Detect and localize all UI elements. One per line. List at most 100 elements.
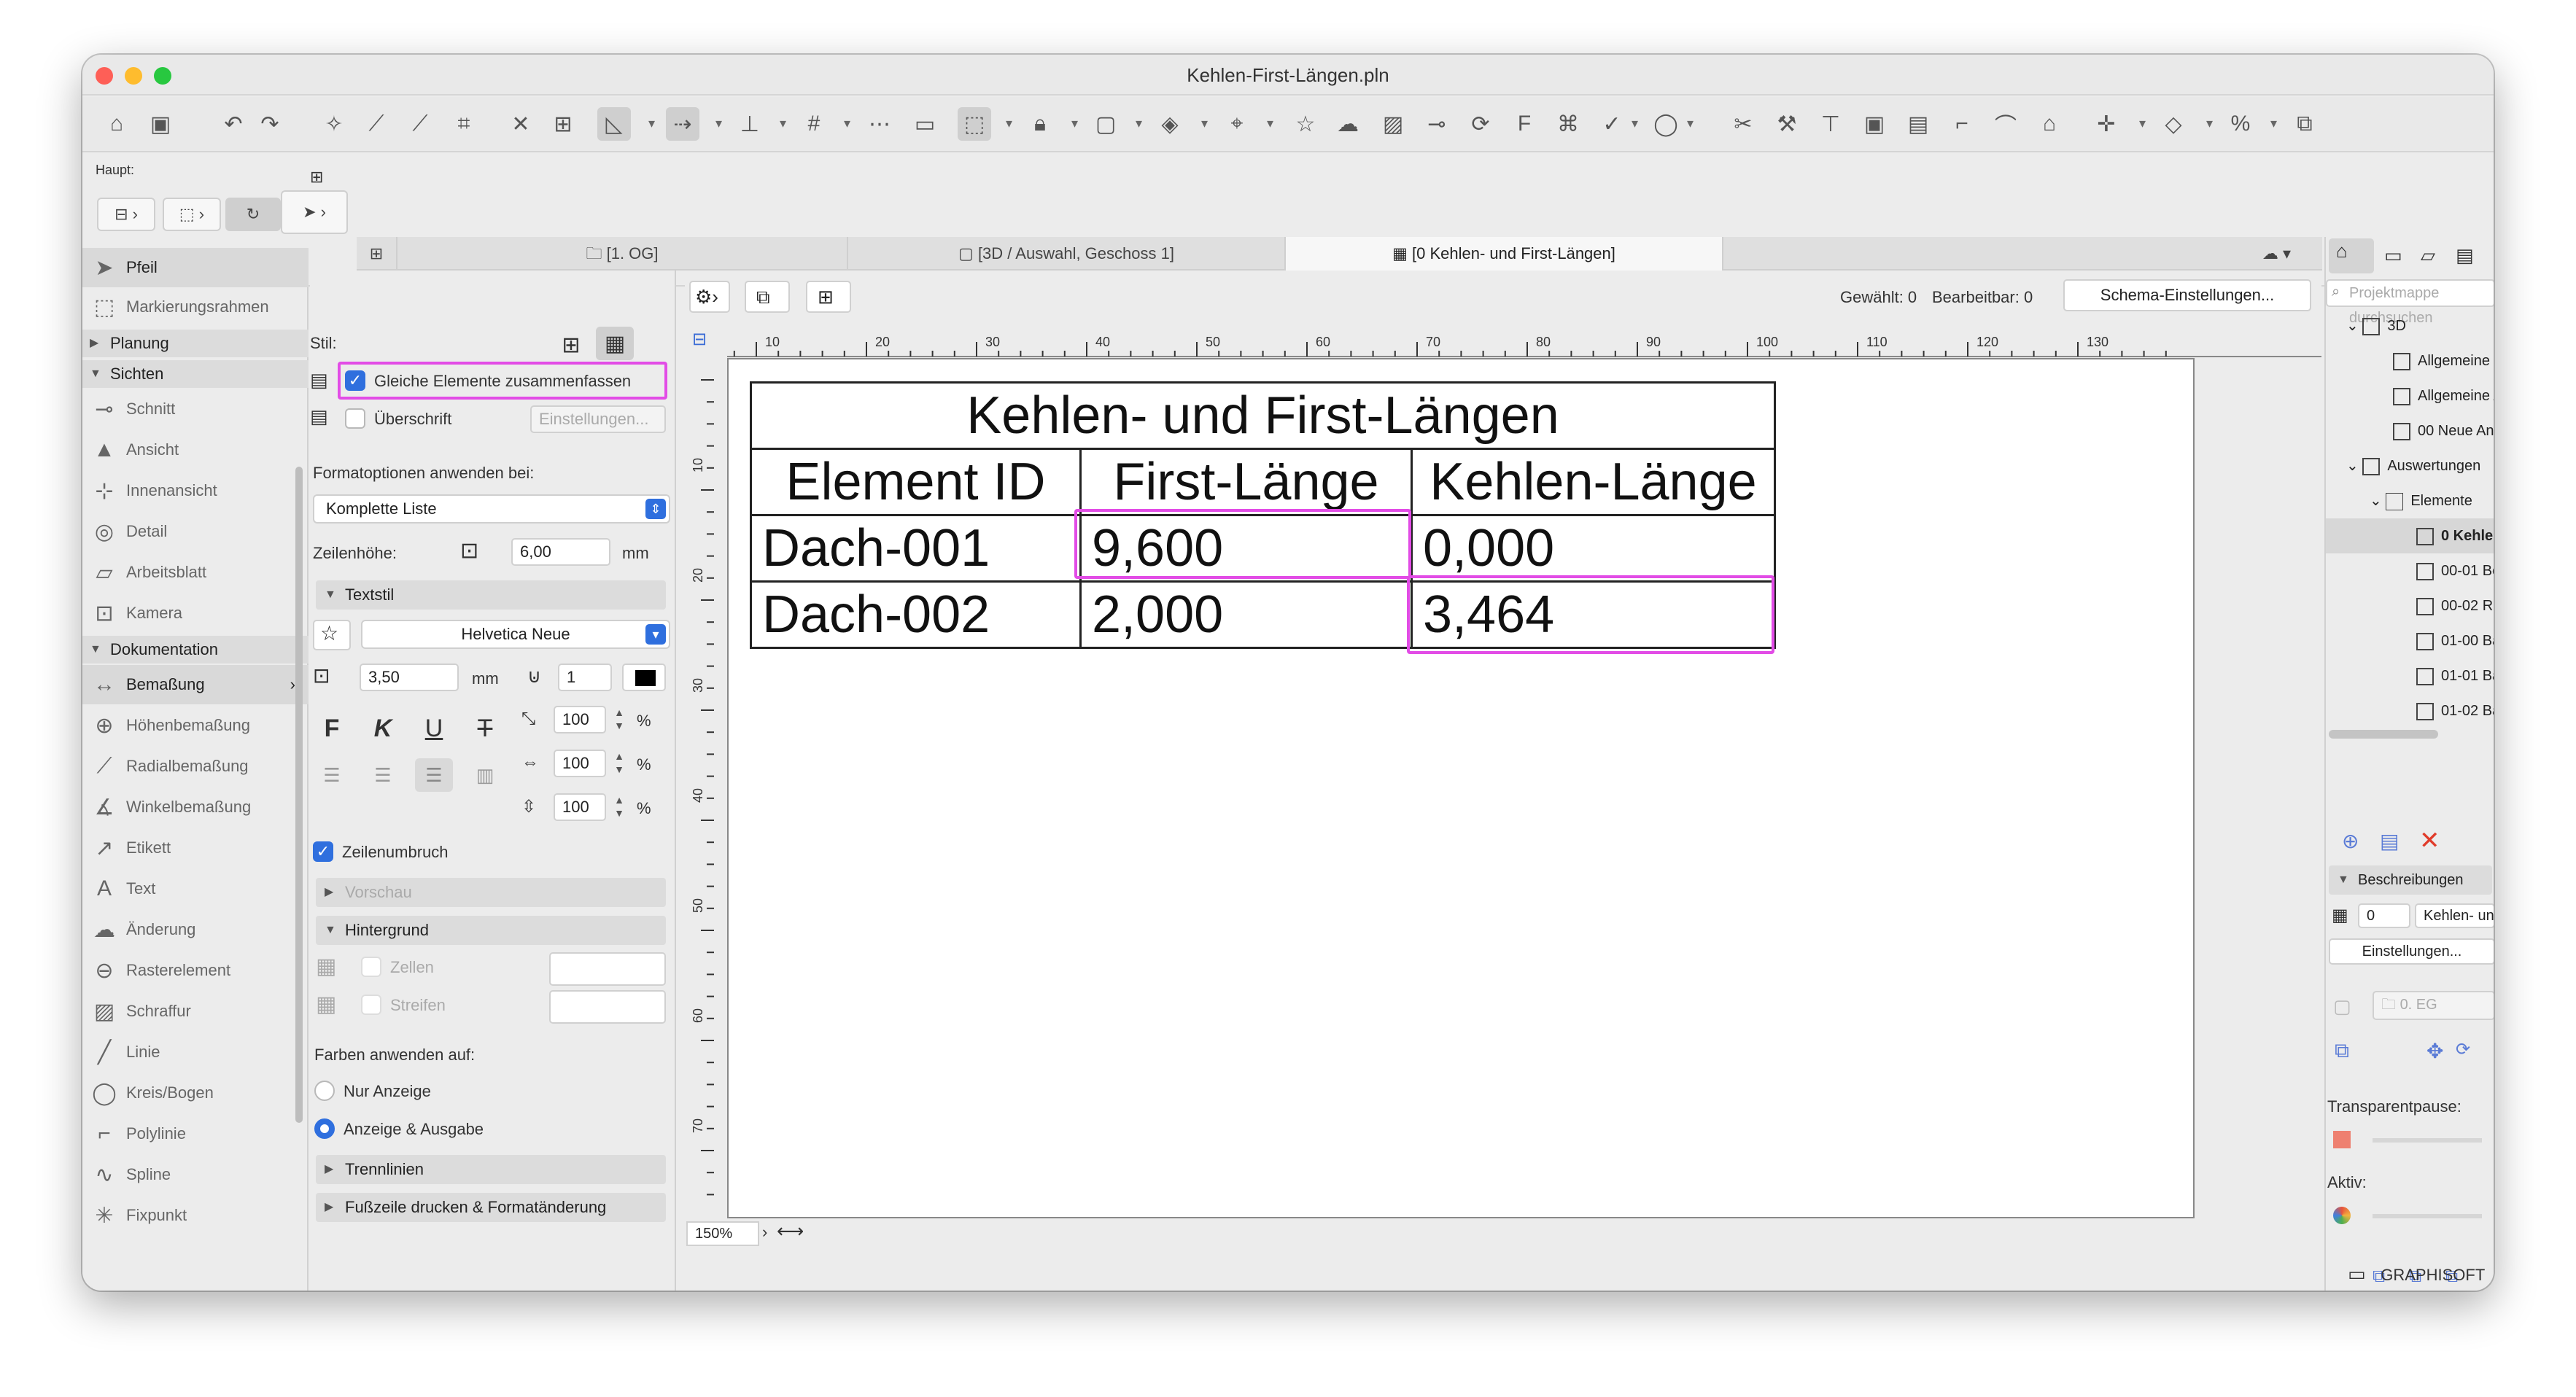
line-spacing-field[interactable]: 100 bbox=[554, 793, 606, 821]
tool-arbeitsblatt[interactable]: ▱ Arbeitsblatt bbox=[82, 553, 309, 592]
properties-icon[interactable]: ▤ bbox=[2380, 829, 2399, 853]
desc-name-field[interactable]: Kehlen- und First-Längen bbox=[2415, 903, 2494, 928]
align-left-icon[interactable]: ☰ bbox=[313, 758, 351, 792]
schema-settings-button[interactable]: Schema-Einstellungen... bbox=[2063, 279, 2311, 311]
merge-checkbox[interactable]: ✓ bbox=[345, 370, 365, 391]
transfer-icon[interactable]: ⌗ bbox=[447, 107, 481, 141]
tab-schedule[interactable]: ▦ [0 Kehlen- und First-Längen] bbox=[1286, 237, 1723, 271]
home-icon[interactable]: ⌂ bbox=[100, 107, 133, 141]
nav-kehlen-first[interactable]: 0 Kehlen- und First-Längen bbox=[2326, 518, 2494, 553]
nav-01-01[interactable]: 01-01 Bauteile - bbox=[2326, 658, 2494, 693]
tool-schnitt[interactable]: ⊸ Schnitt bbox=[82, 389, 309, 429]
zoom-chevron-icon[interactable]: › bbox=[762, 1223, 767, 1242]
publisher-icon[interactable]: ▤ bbox=[2456, 244, 2474, 267]
active-color-swatch[interactable] bbox=[2333, 1207, 2351, 1224]
cell-row1-id[interactable]: Dach-001 bbox=[750, 514, 1082, 583]
info-grid-icon[interactable]: ⊞ bbox=[310, 168, 354, 187]
cell-row2-id[interactable]: Dach-002 bbox=[750, 580, 1082, 649]
section-planung[interactable]: ▶ Planung bbox=[82, 330, 309, 357]
rowheight-field[interactable]: 6,00 bbox=[511, 538, 610, 566]
font-popup[interactable]: Helvetica Neue ▾ bbox=[361, 620, 670, 649]
plus-icon[interactable]: ✛ bbox=[2090, 107, 2123, 141]
tool-hoehenbemassung[interactable]: ⊕ Höhenbemaßung bbox=[82, 706, 309, 745]
cut-icon[interactable]: ✂ bbox=[1726, 107, 1760, 141]
frame-icon[interactable]: ▣ bbox=[1858, 107, 1891, 141]
align-center-icon[interactable]: ☰ bbox=[364, 758, 402, 792]
layout-book-icon[interactable]: ▱ bbox=[2421, 244, 2435, 267]
undo-icon[interactable]: ↶ bbox=[217, 107, 250, 141]
floor-field[interactable]: 🗀︎ 0. EG bbox=[2373, 991, 2494, 1020]
header-kehlen-laenge[interactable]: Kehlen-Länge bbox=[1411, 448, 1776, 516]
guide-line-icon[interactable]: ⇢ bbox=[666, 107, 699, 141]
group-icon[interactable]: ▢ bbox=[1089, 107, 1122, 141]
measure-dropdown-icon[interactable]: ▾ bbox=[780, 116, 786, 131]
tool-fixpunkt[interactable]: ✳ Fixpunkt bbox=[82, 1196, 309, 1235]
tab-overview-icon[interactable]: ⊞ bbox=[357, 237, 397, 271]
group-dropdown-icon[interactable]: ▾ bbox=[1136, 116, 1142, 131]
nav-00-02[interactable]: 00-02 Räume - Flächen bbox=[2326, 588, 2494, 623]
width-factor-stepper[interactable]: ▲ ▼ bbox=[612, 706, 626, 733]
tool-rasterelement[interactable]: ⊖ Rasterelement bbox=[82, 951, 309, 990]
tool-innenansicht[interactable]: ⊹ Innenansicht bbox=[82, 471, 309, 510]
project-map-icon[interactable]: ⌂ bbox=[2329, 238, 2374, 273]
layer-combo-chip[interactable]: ⊟ › bbox=[97, 198, 155, 231]
guide-dropdown-icon[interactable]: ▾ bbox=[715, 116, 722, 131]
underline-button[interactable]: U bbox=[415, 712, 453, 745]
circle-icon[interactable]: ◯ bbox=[1649, 107, 1683, 141]
rotate-icon[interactable]: ⟳ bbox=[2456, 1039, 2470, 1060]
italic-button[interactable]: K bbox=[364, 712, 402, 745]
heading-settings-button[interactable]: Einstellungen... bbox=[530, 405, 666, 433]
fit-view-icon[interactable]: ⧉ bbox=[745, 281, 790, 313]
grid-snap-dropdown-icon[interactable]: ▾ bbox=[844, 116, 850, 131]
heading-checkbox[interactable] bbox=[345, 408, 365, 429]
header-first-laenge[interactable]: First-Länge bbox=[1079, 448, 1413, 516]
transform-icon[interactable]: ⧉ bbox=[2335, 1039, 2349, 1063]
tool-arrow[interactable]: ➤ Pfeil bbox=[82, 248, 309, 287]
nav-01-00[interactable]: 01-00 Bauteile - bbox=[2326, 623, 2494, 658]
stripes-color-field[interactable] bbox=[549, 990, 666, 1024]
radio-display-output[interactable] bbox=[314, 1118, 335, 1139]
nav-elemente[interactable]: ⌄ Elemente bbox=[2326, 483, 2494, 518]
tool-winkelbemassung[interactable]: ∡ Winkelbemaßung bbox=[82, 787, 309, 827]
cell-row1-first[interactable]: 9,600 bbox=[1079, 514, 1413, 583]
cells-checkbox[interactable] bbox=[361, 957, 381, 977]
pen-field[interactable]: 1 bbox=[558, 664, 612, 691]
tab-1-og[interactable]: 🗀︎ [1. OG] bbox=[397, 237, 848, 271]
measure-icon[interactable]: ⊥ bbox=[733, 107, 767, 141]
suspend-group-icon[interactable]: ◈ bbox=[1153, 107, 1187, 141]
transparency-slider[interactable] bbox=[2373, 1138, 2482, 1143]
favorite-icon[interactable]: ☆ bbox=[313, 620, 351, 650]
angle-dropdown-icon[interactable]: ▾ bbox=[648, 116, 655, 131]
view-map-icon[interactable]: ▭ bbox=[2384, 244, 2402, 267]
trace-dropdown-icon[interactable]: ▾ bbox=[1267, 116, 1273, 131]
style-table-icon[interactable]: ▦ bbox=[596, 327, 634, 360]
layer-combo-icon[interactable]: ▢ bbox=[2333, 995, 2351, 1018]
eyedropper-icon[interactable]: ⟋ bbox=[360, 107, 393, 141]
check-icon[interactable]: ✓ bbox=[1595, 107, 1629, 141]
scheme-icon[interactable]: ⊞ bbox=[806, 281, 851, 313]
marquee-dropdown-icon[interactable]: ▾ bbox=[1006, 116, 1012, 131]
descriptions-header[interactable]: ▼ Beschreibungen bbox=[2329, 865, 2492, 895]
width-factor-field[interactable]: 100 bbox=[554, 706, 606, 733]
tool-schraffur[interactable]: ▨ Schraffur bbox=[82, 992, 309, 1031]
layer-icon[interactable]: ⋯ bbox=[863, 107, 896, 141]
trace-icon[interactable]: ⌖ bbox=[1220, 107, 1254, 141]
window-icon[interactable]: ▭ bbox=[2324, 1263, 2366, 1285]
background-header[interactable]: ▼ Hintergrund bbox=[316, 916, 666, 945]
transparency-swatch[interactable] bbox=[2333, 1131, 2351, 1148]
eyedropper2-icon[interactable]: F bbox=[1508, 107, 1541, 141]
nav-01-02[interactable]: 01-02 Bauteile - bbox=[2326, 693, 2494, 728]
lock-icon[interactable]: 🔒︎ bbox=[1023, 107, 1057, 141]
ruler-icon[interactable]: ⊟ bbox=[692, 329, 707, 350]
pen-color-swatch[interactable] bbox=[622, 664, 666, 691]
nav-settings-button[interactable]: Einstellungen... bbox=[2329, 938, 2494, 965]
selection-chip[interactable]: ⬚ › bbox=[163, 198, 221, 231]
nav-00-01[interactable]: 00-01 Berechnung bbox=[2326, 553, 2494, 588]
nav-auswertungen[interactable]: ⌄ Auswertungen bbox=[2326, 448, 2494, 483]
refresh-icon[interactable]: ⟳ bbox=[1464, 107, 1497, 141]
nav-neue-animation[interactable]: 00 Neue Animation bbox=[2326, 413, 2494, 448]
layout-icon[interactable]: ▤ bbox=[1901, 107, 1935, 141]
tag-icon[interactable]: ⌘ bbox=[1551, 107, 1585, 141]
tool-ansicht[interactable]: ▲ Ansicht bbox=[82, 430, 309, 470]
magic-wand-icon[interactable]: ✧ bbox=[317, 107, 351, 141]
